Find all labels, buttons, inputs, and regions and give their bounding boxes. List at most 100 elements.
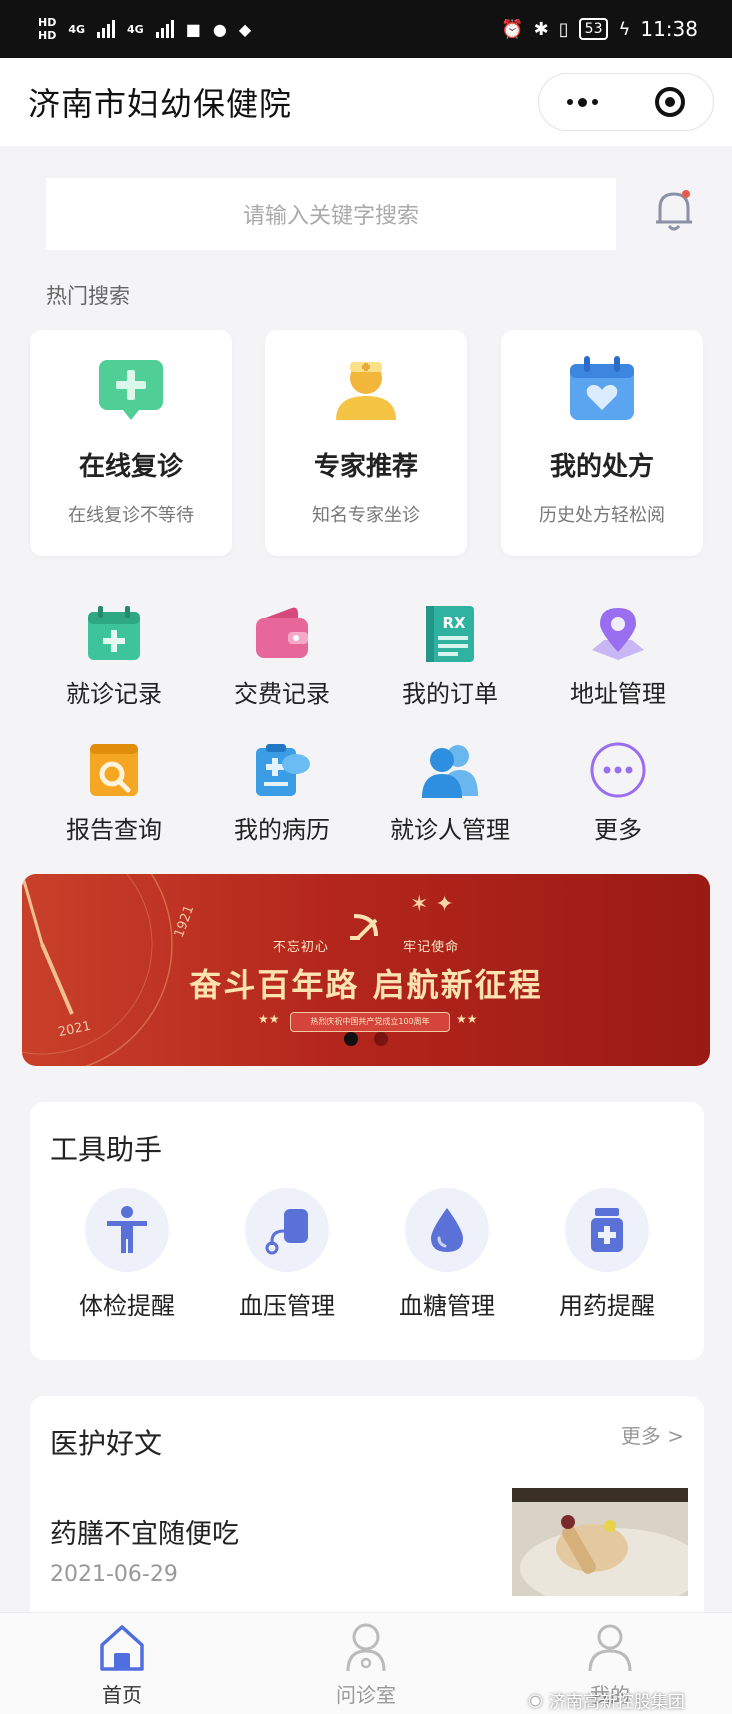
hot-card-prescription[interactable]: 我的处方 历史处方轻松阅: [501, 330, 703, 556]
page-title: 济南市妇幼保健院: [28, 85, 293, 123]
hot-card-title: 我的处方: [549, 452, 654, 482]
menu-payment-records[interactable]: 交费记录: [197, 604, 367, 714]
watermark: ◉ 济南高新控股集团: [528, 1688, 685, 1713]
firework-decoration-icon: ✶ ✦: [410, 892, 454, 917]
network-label-2: HD: [38, 29, 57, 42]
tool-blood-sugar[interactable]: 血糖管理: [377, 1188, 517, 1321]
tool-blood-pressure[interactable]: 血压管理: [217, 1188, 357, 1321]
video-icon: ■: [185, 19, 201, 39]
watermark-text: 济南高新控股集团: [548, 1692, 685, 1713]
notification-bell-icon[interactable]: [652, 186, 696, 234]
tool-checkup-reminder[interactable]: 体检提醒: [57, 1188, 197, 1321]
article-title: 药膳不宜随便吃: [50, 1519, 239, 1550]
menu-label: 就诊人管理: [390, 816, 510, 844]
app-screen: HD HD 4G 4G ■ ● ◆ ⏰ ✱ ▯ 53 ϟ 11:38 济南市妇幼…: [0, 0, 732, 1714]
hot-card-online-revisit[interactable]: 在线复诊 在线复诊不等待: [30, 330, 232, 556]
banner-slogan-left: 不忘初心: [272, 940, 329, 955]
mini-program-capsule: [538, 73, 714, 131]
signal-bars-icon: [97, 20, 116, 38]
hot-card-title: 在线复诊: [78, 452, 183, 482]
banner-pagination: [22, 1032, 710, 1046]
tools-section: 工具助手 体检提醒 血压管理 血糖管理 用药提醒: [30, 1102, 704, 1360]
medical-record-icon: [88, 606, 140, 660]
banner-dot-active[interactable]: [344, 1032, 358, 1046]
banner-title: 奋斗百年路 启航新征程: [189, 966, 543, 1004]
banner-caption: 热烈庆祝中国共产党成立100周年: [290, 1012, 450, 1032]
wechat-logo-icon: ◉: [528, 1690, 543, 1710]
more-icon: [590, 742, 646, 798]
doctor-icon: [336, 362, 396, 420]
banner-slogan: 不忘初心 牢记使命: [22, 936, 710, 955]
user-icon: [588, 1624, 632, 1672]
clipboard-icon: [256, 744, 310, 796]
menu-label: 我的订单: [402, 680, 498, 708]
hot-card-subtitle: 知名专家坐诊: [312, 505, 420, 526]
promo-banner[interactable]: 2021 1921 不忘初心 牢记使命 奋斗百年路 启航新征程 热烈庆祝中国共产…: [22, 874, 710, 1066]
report-search-icon: [90, 744, 138, 796]
article-thumbnail: [512, 1488, 688, 1596]
menu-report-query[interactable]: 报告查询: [29, 740, 199, 850]
menu-visit-records[interactable]: 就诊记录: [29, 604, 199, 714]
menu-patient-management[interactable]: 就诊人管理: [365, 740, 535, 850]
bluetooth-icon: ✱: [533, 18, 549, 40]
rx-book-icon: RX: [426, 606, 474, 662]
medicine-icon: [591, 1208, 623, 1252]
menu-label: 报告查询: [66, 816, 162, 844]
star-decoration-icon: ★★: [456, 1012, 478, 1026]
tool-medication-reminder[interactable]: 用药提醒: [537, 1188, 677, 1321]
location-pin-icon: [592, 608, 644, 660]
hot-card-subtitle: 历史处方轻松阅: [539, 505, 665, 526]
alarm-icon: ⏰: [501, 18, 524, 40]
more-options-button[interactable]: [567, 97, 599, 107]
menu-label: 更多: [594, 816, 642, 844]
menu-medical-history[interactable]: 我的病历: [197, 740, 367, 850]
menu-label: 交费记录: [234, 680, 330, 708]
home-icon: [100, 1625, 144, 1671]
consult-icon: [346, 1623, 386, 1672]
tab-home[interactable]: 首页: [62, 1621, 182, 1708]
status-bar: HD HD 4G 4G ■ ● ◆ ⏰ ✱ ▯ 53 ϟ 11:38: [0, 0, 732, 58]
battery-level: 53: [578, 18, 609, 40]
hot-search-title: 热门搜索: [46, 284, 130, 308]
menu-label: 地址管理: [570, 680, 666, 708]
title-bar: 济南市妇幼保健院: [0, 58, 732, 146]
menu-more[interactable]: 更多: [533, 740, 703, 850]
search-input[interactable]: 请输入关键字搜索: [46, 178, 616, 250]
signal-type-2: 4G: [127, 22, 144, 36]
menu-label: 就诊记录: [66, 680, 162, 708]
menu-address-management[interactable]: 地址管理: [533, 604, 703, 714]
close-mini-program-button[interactable]: [654, 87, 685, 117]
tool-label: 血糖管理: [399, 1292, 495, 1320]
articles-title: 医护好文: [50, 1427, 163, 1460]
signal-type-1: 4G: [68, 22, 86, 36]
banner-slogan-right: 牢记使命: [403, 940, 460, 955]
clock-time: 11:38: [640, 17, 698, 41]
articles-more-link[interactable]: 更多 >: [621, 1420, 684, 1449]
body-check-icon: [107, 1206, 147, 1253]
hot-card-subtitle: 在线复诊不等待: [68, 505, 194, 526]
banner-dot[interactable]: [374, 1032, 388, 1046]
tab-label: 问诊室: [336, 1683, 396, 1707]
star-decoration-icon: ★★: [258, 1012, 280, 1026]
article-date: 2021-06-29: [50, 1562, 178, 1587]
wallet-icon: [256, 607, 308, 658]
tool-label: 血压管理: [239, 1292, 335, 1320]
network-label-1: HD: [38, 16, 57, 29]
tab-consult-room[interactable]: 问诊室: [306, 1621, 426, 1708]
wechat-icon: ●: [212, 19, 227, 39]
hot-card-expert[interactable]: 专家推荐 知名专家坐诊: [265, 330, 467, 556]
tool-label: 体检提醒: [79, 1292, 175, 1320]
svg-text:RX: RX: [442, 614, 466, 632]
online-revisit-icon: [99, 360, 163, 420]
tab-label: 首页: [102, 1683, 142, 1707]
status-right: ⏰ ✱ ▯ 53 ϟ 11:38: [501, 17, 698, 41]
hot-card-title: 专家推荐: [313, 452, 418, 482]
signal-bars-icon: [155, 20, 174, 38]
blood-pressure-icon: [265, 1209, 308, 1255]
tool-label: 用药提醒: [559, 1292, 655, 1320]
menu-my-orders[interactable]: RX 我的订单: [365, 604, 535, 714]
vibrate-icon: ▯: [558, 18, 569, 40]
status-left: HD HD 4G 4G ■ ● ◆: [38, 16, 251, 42]
menu-label: 我的病历: [234, 816, 330, 844]
charging-icon: ϟ: [618, 18, 631, 40]
